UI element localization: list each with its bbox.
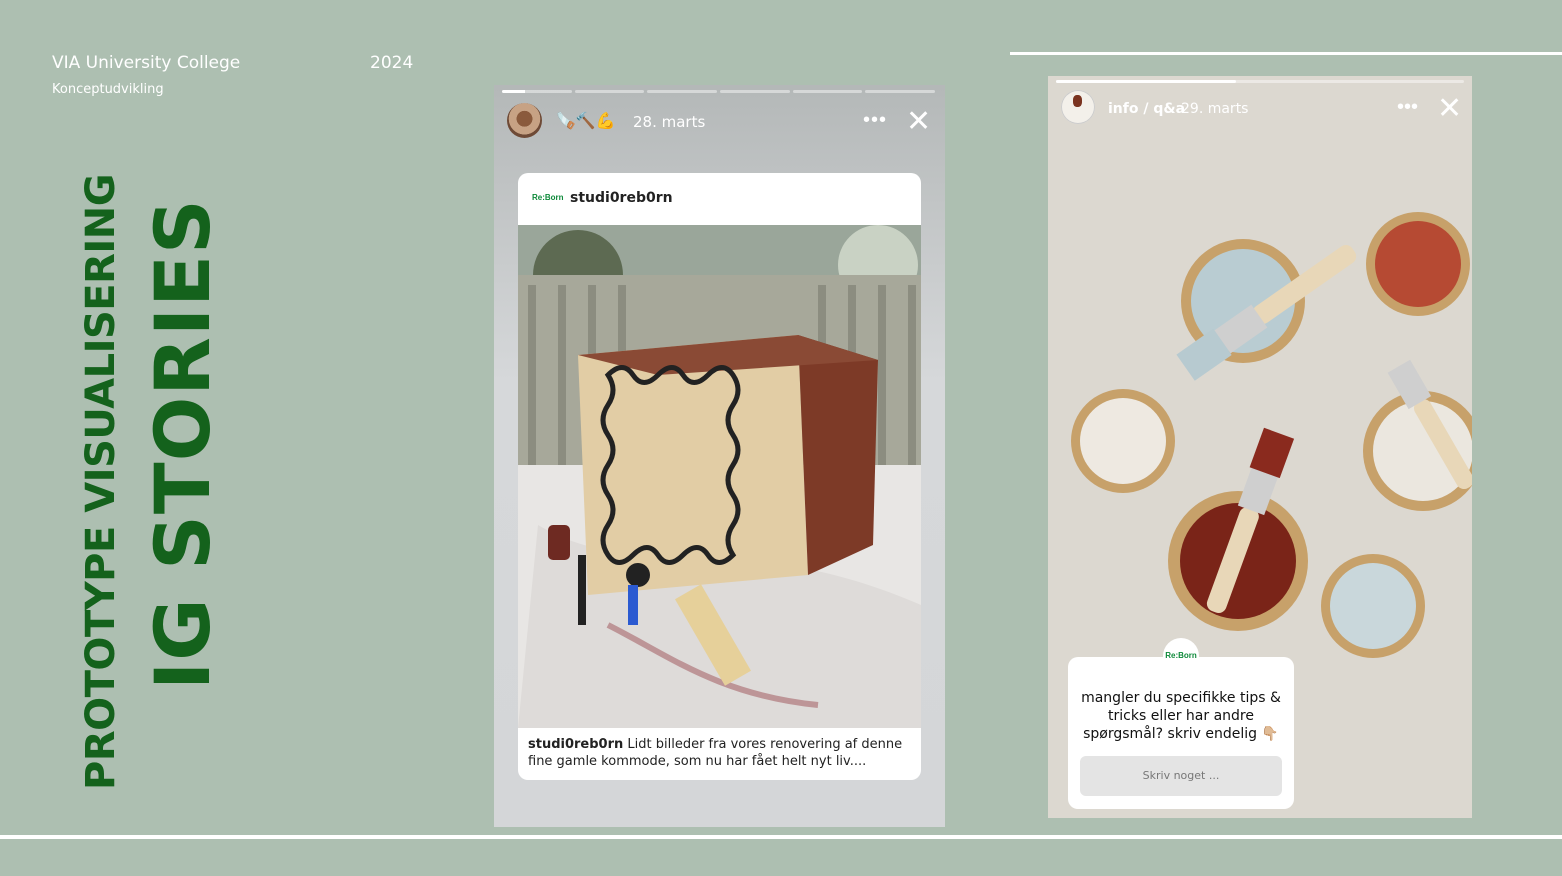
answer-input[interactable]: Skriv noget ...: [1080, 756, 1282, 796]
story-date: 28. marts: [633, 113, 706, 131]
close-icon[interactable]: ✕: [906, 107, 931, 137]
close-icon[interactable]: ✕: [1437, 94, 1462, 124]
story-username[interactable]: info / q&a: [1108, 101, 1185, 117]
progress-segment: [792, 90, 863, 93]
avatar-mark: [1073, 95, 1082, 107]
header-org: VIA University College: [52, 53, 241, 73]
question-sticker[interactable]: mangler du specifikke tips & tricks elle…: [1068, 657, 1294, 809]
more-icon[interactable]: •••: [863, 109, 887, 132]
story-2[interactable]: info / q&a 29. marts ••• ✕ Re:Born mangl…: [1048, 76, 1472, 818]
shared-post-card[interactable]: Re:Born studi0reb0rn studi0reb0rn Lidt b…: [518, 173, 921, 780]
story-date: 29. marts: [1181, 101, 1249, 117]
progress-segment: [720, 90, 790, 93]
avatar[interactable]: [1061, 90, 1095, 124]
qa-badge: Re:Born: [1163, 638, 1199, 674]
post-caption: studi0reb0rn Lidt billeder fra vores ren…: [528, 736, 911, 770]
story-1[interactable]: 🪚🔨💪 28. marts ••• ✕ Re:Born studi0reb0rn: [494, 85, 945, 827]
progress-segment: [574, 90, 645, 93]
post-photo: [518, 225, 921, 728]
progress-segment: [502, 90, 572, 93]
title-line-1: PROTOTYPE VISUALISERING: [78, 173, 124, 790]
progress-fill: [1056, 80, 1236, 83]
divider-top: [1010, 52, 1562, 55]
more-icon[interactable]: •••: [1397, 96, 1418, 119]
header-year: 2024: [370, 53, 414, 73]
story-emoji: 🪚🔨💪: [556, 113, 616, 130]
progress-segment: [865, 90, 936, 93]
avatar[interactable]: [507, 103, 542, 138]
progress-segment: [647, 90, 718, 93]
divider-bottom: [0, 835, 1562, 839]
caption-username[interactable]: studi0reb0rn: [528, 737, 623, 752]
story-progress: [1056, 80, 1464, 83]
question-text: mangler du specifikke tips & tricks elle…: [1081, 690, 1281, 742]
story-progress: [502, 90, 936, 93]
title-line-2: IG STORIES: [138, 198, 227, 690]
brand-logo: Re:Born: [532, 193, 564, 202]
post-username[interactable]: studi0reb0rn: [570, 190, 673, 206]
header-subtitle: Konceptudvikling: [52, 82, 164, 97]
